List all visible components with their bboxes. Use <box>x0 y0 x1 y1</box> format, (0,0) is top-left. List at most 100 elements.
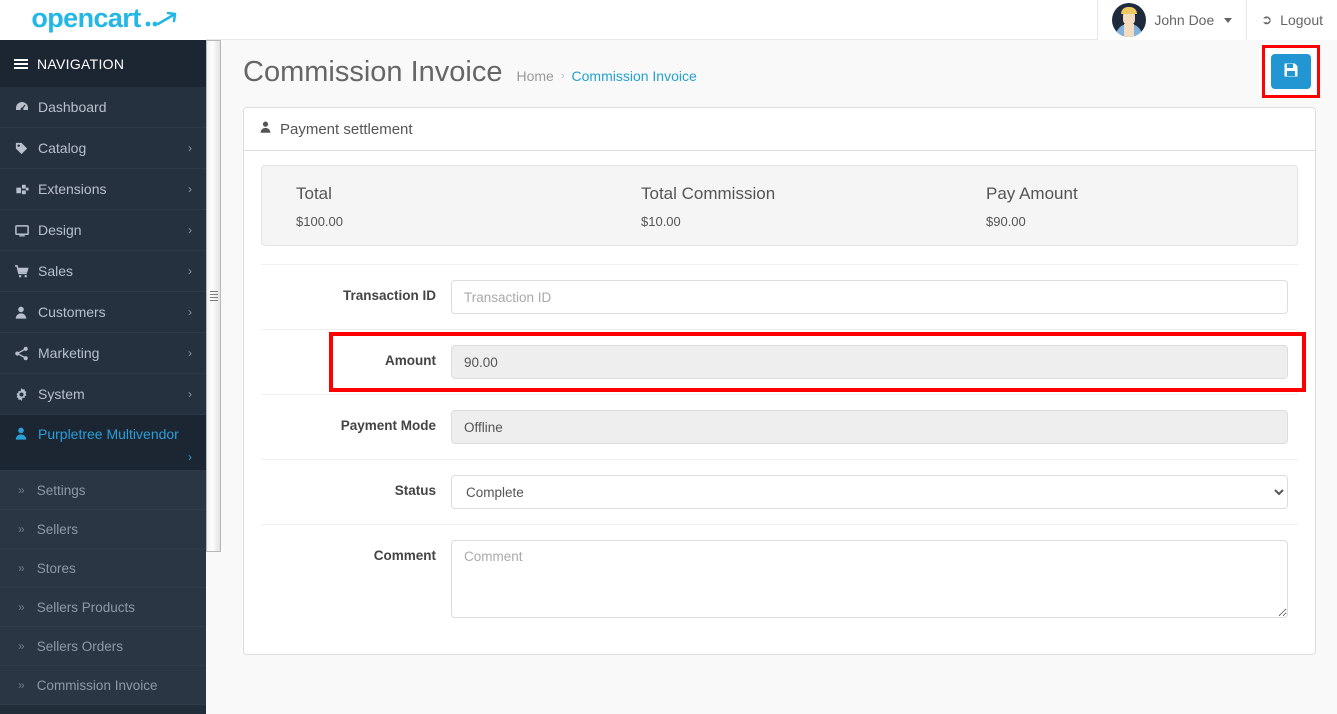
status-select[interactable]: CompletePendingCancelled <box>451 475 1288 509</box>
sidebar-item-purpletree-multivendor[interactable]: Purpletree Multivendor › <box>0 415 206 471</box>
page-header: Commission Invoice Home › Commission Inv… <box>221 40 1337 101</box>
sidebar-item-customers[interactable]: Customers › <box>0 292 206 333</box>
transaction-id-label: Transaction ID <box>342 288 436 303</box>
floppy-disk-icon <box>1283 62 1299 82</box>
save-button[interactable] <box>1271 54 1311 89</box>
total-commission-column: Total Commission $10.00 <box>607 184 952 229</box>
sidebar-subitem-commission-invoice[interactable]: » Commission Invoice <box>0 666 206 705</box>
double-chevron-icon: » <box>18 639 25 653</box>
navigation-header: NAVIGATION <box>0 40 206 87</box>
breadcrumb-item-commission-invoice[interactable]: Commission Invoice <box>572 68 697 84</box>
sidebar-item-label: Design <box>38 222 82 238</box>
comment-label: Comment <box>373 548 436 563</box>
chevron-right-icon: › <box>188 305 192 319</box>
panel-header: Payment settlement <box>244 108 1315 151</box>
sidebar-subitem-label: Sellers <box>36 521 78 537</box>
sidebar-item-label: Catalog <box>38 140 87 156</box>
gear-icon <box>14 387 38 402</box>
sidebar-subitem-label: Settings <box>36 482 86 498</box>
total-label: Total <box>296 184 332 203</box>
brand-name: opencart <box>31 2 141 33</box>
user-name-label: John Doe <box>1154 12 1215 28</box>
payment-mode-input <box>451 410 1288 444</box>
user-icon <box>14 305 38 320</box>
sidebar-scrollbar[interactable] <box>206 40 221 552</box>
total-column: Total $100.00 <box>262 184 607 229</box>
hamburger-icon[interactable] <box>14 57 28 71</box>
user-icon <box>259 120 272 138</box>
amount-input <box>451 345 1288 379</box>
user-menu[interactable]: John Doe <box>1097 0 1247 40</box>
chevron-right-icon: › <box>188 182 192 196</box>
sidebar-item-marketing[interactable]: Marketing › <box>0 333 206 374</box>
monitor-icon <box>14 223 38 238</box>
breadcrumb-separator: › <box>560 70 565 82</box>
total-value: $100.00 <box>296 214 343 229</box>
save-button-highlight <box>1262 45 1320 98</box>
sidebar-item-catalog[interactable]: Catalog › <box>0 128 206 169</box>
sidebar-item-label: Sales <box>38 263 74 279</box>
brand-logo[interactable]: opencart <box>0 0 206 40</box>
dashboard-icon <box>14 99 38 115</box>
chevron-right-icon: › <box>188 223 192 237</box>
sidebar-subitem-sellers-products[interactable]: » Sellers Products <box>0 588 206 627</box>
panel-title: Payment settlement <box>280 120 413 138</box>
chevron-right-icon: › <box>188 141 192 155</box>
sidebar-item-sales[interactable]: Sales › <box>0 251 206 292</box>
puzzle-icon <box>14 182 38 197</box>
admin-page: opencart John Doe ➲ Logout NAVIGATION Da… <box>0 0 1337 714</box>
double-chevron-icon: » <box>18 600 25 614</box>
chevron-right-icon: › <box>188 450 192 464</box>
sidebar-subitem-settings[interactable]: » Settings <box>0 471 206 510</box>
sidebar-item-label: Extensions <box>38 181 107 197</box>
sidebar-subitem-label: Sellers Products <box>36 599 135 615</box>
status-control: CompletePendingCancelled <box>451 475 1298 509</box>
sidebar-item-label: Purpletree Multivendor <box>38 426 179 442</box>
form-row-amount: Amount <box>261 329 1306 394</box>
scrollbar-grip[interactable] <box>210 289 218 303</box>
form-row-comment: Comment <box>261 524 1298 638</box>
sidebar-item-label: Marketing <box>38 345 100 361</box>
navigation-title: NAVIGATION <box>37 55 125 72</box>
pay-amount-value: $90.00 <box>986 214 1026 229</box>
status-label: Status <box>394 483 436 498</box>
logout-button[interactable]: ➲ Logout <box>1246 0 1337 40</box>
pay-amount-column: Pay Amount $90.00 <box>952 184 1297 229</box>
pay-amount-label: Pay Amount <box>986 184 1078 203</box>
sidebar-item-dashboard[interactable]: Dashboard <box>0 87 206 128</box>
sidebar-subitem-commissions[interactable]: » Commissions <box>0 705 206 714</box>
sidebar-item-design[interactable]: Design › <box>0 210 206 251</box>
comment-control <box>451 540 1298 623</box>
double-chevron-icon: » <box>18 678 25 692</box>
payment-mode-label: Payment Mode <box>340 418 436 433</box>
sidebar-subitem-sellers[interactable]: » Sellers <box>0 510 206 549</box>
chevron-right-icon: › <box>188 346 192 360</box>
transaction-id-input[interactable] <box>451 280 1288 314</box>
amount-label: Amount <box>385 353 436 368</box>
sidebar-subitem-sellers-orders[interactable]: » Sellers Orders <box>0 627 206 666</box>
user-icon <box>14 426 38 441</box>
chevron-down-icon <box>1224 17 1233 23</box>
logout-icon: ➲ <box>1261 12 1273 27</box>
header-right-group: John Doe ➲ Logout <box>1097 0 1337 40</box>
sidebar-subitem-stores[interactable]: » Stores <box>0 549 206 588</box>
sidebar-subitem-label: Stores <box>36 560 76 576</box>
page-title: Commission Invoice <box>243 56 503 88</box>
chevron-right-icon: › <box>188 387 192 401</box>
sidebar-item-extensions[interactable]: Extensions › <box>0 169 206 210</box>
sidebar-item-label: Dashboard <box>38 99 107 115</box>
sidebar-item-system[interactable]: System › <box>0 374 206 415</box>
comment-textarea[interactable] <box>451 540 1288 618</box>
tag-icon <box>14 141 38 156</box>
top-header: opencart John Doe ➲ Logout <box>0 0 1337 40</box>
totals-summary: Total $100.00 Total Commission $10.00 Pa… <box>261 165 1298 246</box>
sidebar-item-label: System <box>38 386 85 402</box>
sidebar-subitem-label: Sellers Orders <box>36 638 123 654</box>
breadcrumb: Home › Commission Invoice <box>516 68 696 87</box>
panel-body: Total $100.00 Total Commission $10.00 Pa… <box>244 151 1315 654</box>
double-chevron-icon: » <box>18 483 25 497</box>
breadcrumb-item-home[interactable]: Home <box>516 68 553 84</box>
form-row-status: Status CompletePendingCancelled <box>261 459 1298 524</box>
opencart-swoosh-icon <box>144 7 178 34</box>
double-chevron-icon: » <box>18 561 25 575</box>
